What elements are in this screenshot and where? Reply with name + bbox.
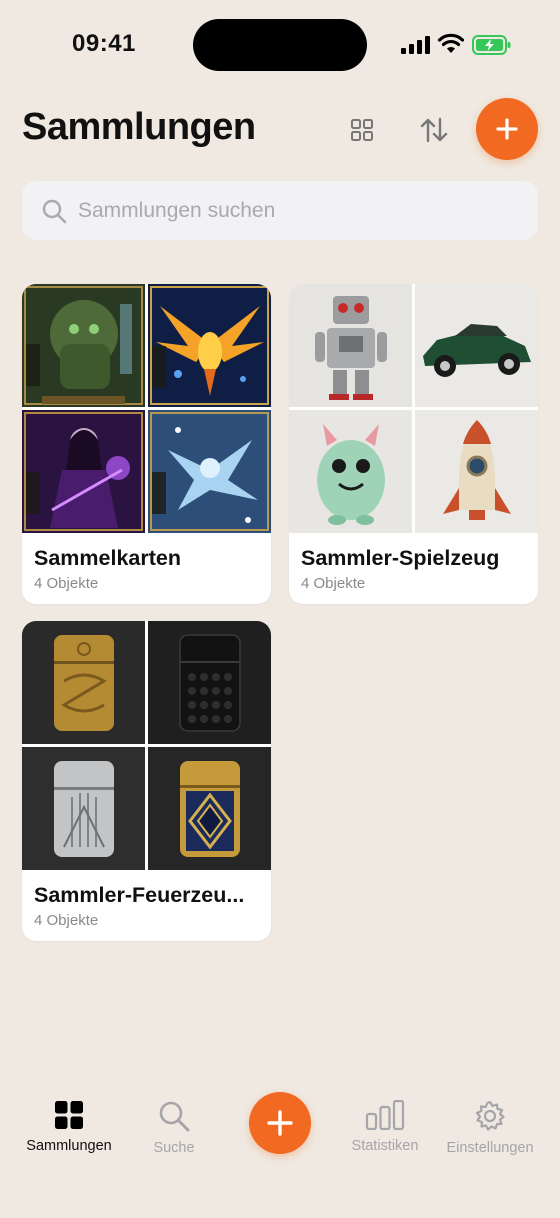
- status-time: 09:41: [72, 30, 136, 57]
- thumbnail-monster-plush: [289, 410, 412, 533]
- tab-sammlungen[interactable]: Sammlungen: [24, 1100, 114, 1154]
- collection-thumbnails: [22, 284, 271, 534]
- sort-icon: [420, 117, 448, 143]
- collection-count: 4 Objekte: [301, 575, 366, 592]
- search-input[interactable]: [78, 198, 508, 223]
- search-icon: [159, 1101, 190, 1132]
- tab-einstellungen[interactable]: Einstellungen: [444, 1100, 536, 1156]
- thumbnail-toy-rocket: [415, 410, 538, 533]
- thumbnail-silver-art-deco-lighter: [22, 747, 145, 870]
- status-bar: 09:41: [0, 0, 560, 92]
- grid-view-icon: [351, 119, 373, 141]
- signal-icon: [401, 36, 430, 54]
- collection-count: 4 Objekte: [34, 575, 99, 592]
- plus-icon: [496, 118, 518, 140]
- wifi-icon: [437, 33, 465, 53]
- collection-card-sammler-spielzeug[interactable]: Sammler-Spielzeug 4 Objekte: [289, 284, 538, 604]
- thumbnail-gold-engraved-lighter: [22, 621, 145, 744]
- thumbnail-gold-blue-lighter: [148, 747, 271, 870]
- search-bar[interactable]: [22, 181, 538, 240]
- tab-label: Sammlungen: [26, 1138, 112, 1154]
- grid-icon: [55, 1101, 83, 1129]
- thumbnail-sorceress-card: [22, 410, 145, 533]
- thumbnail-black-lighter: [148, 621, 271, 744]
- thumbnail-tin-robot: [289, 284, 412, 407]
- thumbnail-forest-golem-card: [22, 284, 145, 407]
- collection-count: 4 Objekte: [34, 912, 99, 929]
- plus-icon: [267, 1110, 293, 1136]
- tab-label: Einstellungen: [446, 1140, 534, 1156]
- collection-title: Sammler-Feuerzeu...: [34, 883, 245, 907]
- gear-icon: [475, 1100, 505, 1131]
- tab-suche[interactable]: Suche: [139, 1100, 209, 1156]
- collection-title: Sammelkarten: [34, 546, 181, 570]
- dynamic-island: [193, 19, 367, 71]
- collection-thumbnails: [22, 621, 271, 871]
- thumbnail-phoenix-card: [148, 284, 271, 407]
- collection-card-sammler-feuerzeuge[interactable]: Sammler-Feuerzeu... 4 Objekte: [22, 621, 271, 941]
- collection-title: Sammler-Spielzeug: [301, 546, 500, 570]
- add-collection-button[interactable]: [476, 98, 538, 160]
- collection-card-sammelkarten[interactable]: Sammelkarten 4 Objekte: [22, 284, 271, 604]
- sort-button[interactable]: [416, 112, 452, 148]
- collection-thumbnails: [289, 284, 538, 534]
- thumbnail-green-toy-car: [415, 284, 538, 407]
- battery-icon: [472, 35, 511, 55]
- chart-icon: [365, 1100, 405, 1130]
- tab-statistiken[interactable]: Statistiken: [344, 1100, 426, 1154]
- thumbnail-ice-dragon-card: [148, 410, 271, 533]
- grid-view-button[interactable]: [344, 112, 380, 148]
- search-icon: [42, 199, 67, 223]
- page-title: Sammlungen: [22, 106, 256, 148]
- tab-label: Statistiken: [351, 1138, 419, 1154]
- tab-label: Suche: [153, 1140, 195, 1156]
- tab-add-button[interactable]: [249, 1092, 311, 1154]
